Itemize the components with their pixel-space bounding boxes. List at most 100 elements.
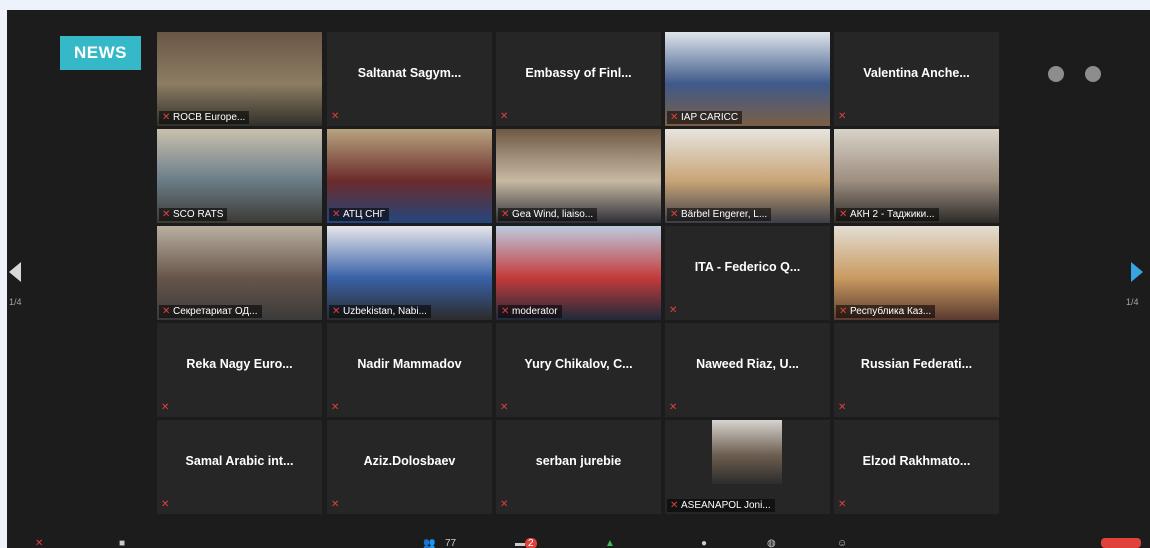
muted-mic-icon: ✕	[161, 499, 170, 510]
participant-name: Yury Chikalov, C...	[524, 357, 633, 371]
participant-name-label: ✕ Uzbekistan, Nabi...	[329, 305, 431, 318]
participant-name-label: ✕ IAP CARICC	[667, 111, 743, 124]
participant-tile[interactable]: Saltanat Sagym... ✕	[327, 32, 492, 126]
participant-tile[interactable]: Reka Nagy Euro... ✕	[157, 323, 322, 417]
participant-tile[interactable]: Elzod Rakhmato... ✕	[834, 420, 999, 514]
participant-tile[interactable]: Yury Chikalov, C... ✕	[496, 323, 661, 417]
muted-mic-icon: ✕	[331, 499, 340, 510]
participant-tile[interactable]: ✕ ROCB Europe...	[157, 32, 322, 126]
participant-tile[interactable]: ✕ SCO RATS	[157, 129, 322, 223]
participant-tile[interactable]: ✕ Uzbekistan, Nabi...	[327, 226, 492, 320]
participant-tile[interactable]: ✕ Секретариат ОД...	[157, 226, 322, 320]
next-page-arrow-icon[interactable]	[1131, 262, 1143, 282]
participant-name: ROCB Europe...	[173, 112, 246, 123]
participant-name-label: ✕ ROCB Europe...	[159, 111, 250, 124]
participant-tile[interactable]: ✕ Республика Каз...	[834, 226, 999, 320]
participant-name: serban jurebie	[535, 454, 622, 468]
participant-name-label: ✕ АКН 2 - Таджики...	[836, 208, 939, 221]
muted-mic-icon: ✕	[162, 306, 171, 317]
participant-tile[interactable]: Naweed Riaz, U... ✕	[665, 323, 830, 417]
participant-tile[interactable]: ✕ moderator	[496, 226, 661, 320]
participant-name: Республика Каз...	[850, 306, 932, 317]
participant-name-label: ✕ АТЦ СНГ	[329, 208, 390, 221]
muted-mic-icon: ✕	[331, 111, 340, 122]
chat-icon[interactable]: ▬	[515, 538, 525, 548]
meeting-window: NEWS 1/4 1/4 ✕ ROCB Europe... Saltanat Sag…	[7, 10, 1150, 548]
participant-tile[interactable]: Samal Arabic int... ✕	[157, 420, 322, 514]
participant-name: ASEANAPOL Joni...	[681, 500, 771, 511]
chat-badge: 2	[525, 538, 537, 548]
muted-mic-icon: ✕	[162, 209, 171, 220]
video-camera-icon[interactable]: ■	[119, 538, 125, 548]
participant-tile[interactable]: serban jurebie ✕	[496, 420, 661, 514]
prev-page-arrow-icon[interactable]	[9, 262, 21, 282]
participant-name: Aziz.Dolosbaev	[363, 454, 456, 468]
participant-name-label: ✕ ASEANAPOL Joni...	[667, 499, 775, 512]
participant-name-label: ✕ moderator	[498, 305, 562, 318]
muted-mic-icon: ✕	[501, 306, 510, 317]
participant-tile[interactable]: Russian Federati... ✕	[834, 323, 999, 417]
muted-mic-icon: ✕	[670, 209, 679, 220]
page-indicator-left: 1/4	[9, 297, 22, 307]
muted-mic-icon: ✕	[839, 209, 848, 220]
participant-tile[interactable]: Valentina Anche... ✕	[834, 32, 999, 126]
participant-name: ITA - Federico Q...	[694, 260, 801, 274]
participant-name: Gea Wind, liaiso...	[512, 209, 594, 220]
participant-name: АТЦ СНГ	[343, 209, 386, 220]
muted-mic-icon: ✕	[500, 111, 509, 122]
participants-count: 77	[445, 538, 457, 548]
muted-mic-icon: ✕	[500, 402, 509, 413]
participants-icon[interactable]: 👥	[423, 538, 435, 548]
participant-name-label: ✕ Секретариат ОД...	[159, 305, 262, 318]
participant-name: moderator	[512, 306, 558, 317]
participant-tile[interactable]: ✕ АТЦ СНГ	[327, 129, 492, 223]
participant-name: Saltanat Sagym...	[357, 66, 462, 80]
share-screen-icon[interactable]: ▲	[605, 538, 615, 548]
participant-video	[712, 420, 782, 484]
option-dot	[1085, 66, 1101, 82]
option-dot	[1048, 66, 1064, 82]
muted-mic-icon: ✕	[838, 402, 847, 413]
news-badge: NEWS	[60, 36, 141, 70]
participant-tile[interactable]: Nadir Mammadov ✕	[327, 323, 492, 417]
end-button[interactable]	[1101, 538, 1141, 548]
participant-tile[interactable]: ✕ IAP CARICC	[665, 32, 830, 126]
meeting-toolbar: ✕ ■ 👥 77 ▬ 2 ▲ ● ◍ ☺	[7, 538, 1150, 548]
participant-name: Valentina Anche...	[863, 66, 970, 80]
muted-mic-icon: ✕	[670, 112, 679, 123]
record-icon[interactable]: ●	[701, 538, 707, 548]
muted-mic-icon: ✕	[838, 111, 847, 122]
muted-mic-icon: ✕	[669, 305, 678, 316]
muted-mic-icon: ✕	[161, 402, 170, 413]
participant-tile[interactable]: Embassy of Finl... ✕	[496, 32, 661, 126]
participant-tile[interactable]: ✕ Bärbel Engerer, L...	[665, 129, 830, 223]
muted-mic-icon: ✕	[500, 499, 509, 510]
participant-tile[interactable]: ✕ Gea Wind, liaiso...	[496, 129, 661, 223]
participant-name: Uzbekistan, Nabi...	[343, 306, 427, 317]
globe-icon[interactable]: ◍	[767, 538, 776, 548]
participant-tile[interactable]: ✕ АКН 2 - Таджики...	[834, 129, 999, 223]
muted-mic-icon: ✕	[332, 306, 341, 317]
muted-mic-icon: ✕	[839, 306, 848, 317]
muted-mic-icon: ✕	[331, 402, 340, 413]
participant-name: SCO RATS	[173, 209, 224, 220]
participant-tile[interactable]: Aziz.Dolosbaev ✕	[327, 420, 492, 514]
participant-name: Nadir Mammadov	[357, 357, 462, 371]
page-indicator-right: 1/4	[1126, 297, 1139, 307]
participant-name-label: ✕ SCO RATS	[159, 208, 228, 221]
participant-name: Reka Nagy Euro...	[186, 357, 293, 371]
participant-name: Bärbel Engerer, L...	[681, 209, 768, 220]
participant-name: Embassy of Finl...	[525, 66, 632, 80]
participant-name: Секретариат ОД...	[173, 306, 258, 317]
mute-mic-icon[interactable]: ✕	[35, 538, 43, 548]
participant-name: АКН 2 - Таджики...	[850, 209, 935, 220]
participant-name: Russian Federati...	[860, 357, 973, 371]
participant-name-label: ✕ Республика Каз...	[836, 305, 936, 318]
participant-tile[interactable]: ✕ ASEANAPOL Joni...	[665, 420, 830, 514]
muted-mic-icon: ✕	[332, 209, 341, 220]
participant-name: Samal Arabic int...	[185, 454, 294, 468]
muted-mic-icon: ✕	[501, 209, 510, 220]
reactions-icon[interactable]: ☺	[837, 538, 847, 548]
participant-name-label: ✕ Gea Wind, liaiso...	[498, 208, 598, 221]
participant-tile[interactable]: ITA - Federico Q... ✕	[665, 226, 830, 320]
